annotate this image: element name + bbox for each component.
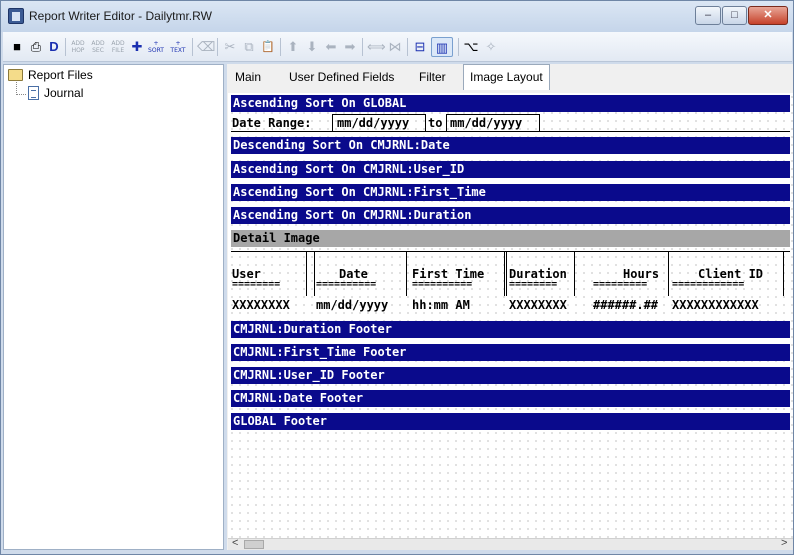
tab-filter[interactable]: Filter <box>413 66 452 88</box>
band-detail-image[interactable]: Detail Image <box>231 230 790 247</box>
toolbar: ■ ⎙ D ADD HOP ADD SEC ADD FILE ✚ + SORT … <box>3 32 792 62</box>
column-divider <box>306 251 307 296</box>
save-icon[interactable]: ■ <box>9 37 25 57</box>
image-layout-canvas[interactable]: Ascending Sort On GLOBAL Date Range: mm/… <box>228 93 793 538</box>
date-from-field-box <box>332 114 426 131</box>
column-divider <box>314 251 315 296</box>
column-rule-client-id: ============ <box>672 279 745 290</box>
column-divider <box>406 251 407 296</box>
column-rule-date: ========== <box>316 279 377 290</box>
toolbar-separator <box>362 38 363 56</box>
toolbar-separator <box>192 38 193 56</box>
close-button[interactable]: ✕ <box>748 6 788 25</box>
folder-icon <box>8 69 23 81</box>
band-date-footer[interactable]: CMJRNL:Date Footer <box>231 390 790 407</box>
divider <box>231 131 790 132</box>
copy-icon[interactable]: ⧉ <box>241 37 257 57</box>
band-ascending-sort-global[interactable]: Ascending Sort On GLOBAL <box>231 95 790 112</box>
delete-icon[interactable]: ⌫ <box>197 37 215 57</box>
field-view-icon[interactable]: ▥ <box>431 37 453 57</box>
add-sort-button[interactable]: + SORT <box>146 37 166 57</box>
band-ascending-sort-duration[interactable]: Ascending Sort On CMJRNL:Duration <box>231 207 790 224</box>
minimize-button[interactable]: – <box>695 6 721 25</box>
tab-main[interactable]: Main <box>229 66 267 88</box>
date-range-label: Date Range: <box>232 116 312 130</box>
field-user[interactable]: XXXXXXXX <box>232 298 290 312</box>
band-descending-sort-date[interactable]: Descending Sort On CMJRNL:Date <box>231 137 790 154</box>
report-writer-window: Report Writer Editor - Dailytmr.RW – □ ✕… <box>0 0 794 555</box>
band-view-icon[interactable]: ⊟ <box>411 37 429 57</box>
toolbar-separator <box>458 38 459 56</box>
divider <box>231 251 790 252</box>
column-rule-user: ======== <box>232 279 281 290</box>
field-client-id[interactable]: XXXXXXXXXXXX <box>672 298 759 312</box>
band-global-footer[interactable]: GLOBAL Footer <box>231 413 790 430</box>
column-divider <box>506 251 507 296</box>
toolbar-separator <box>217 38 218 56</box>
tree-connector <box>16 82 26 95</box>
tree-item-journal[interactable]: Journal <box>28 85 148 102</box>
print-icon[interactable]: ⎙ <box>27 37 45 57</box>
field-hours[interactable]: ######.## <box>593 298 658 312</box>
collapse-icon[interactable]: ⋈ <box>387 37 403 57</box>
horizontal-scrollbar[interactable]: < > <box>228 537 793 550</box>
add-text-button[interactable]: + TEXT <box>168 37 188 57</box>
column-divider <box>783 251 784 296</box>
paste-icon[interactable]: 📋 <box>260 37 276 57</box>
band-user-id-footer[interactable]: CMJRNL:User_ID Footer <box>231 367 790 384</box>
toolbar-separator <box>280 38 281 56</box>
tree-view-icon[interactable]: ⌥ <box>463 37 479 57</box>
toolbar-separator <box>407 38 408 56</box>
window-title: Report Writer Editor - Dailytmr.RW <box>29 9 212 23</box>
scroll-thumb[interactable] <box>244 540 264 549</box>
maximize-button[interactable]: □ <box>722 6 747 25</box>
add-sec-button[interactable]: ADD SEC <box>89 37 107 57</box>
column-divider <box>668 251 669 296</box>
field-first-time[interactable]: hh:mm AM <box>412 298 470 312</box>
move-right-icon[interactable]: ➡ <box>342 37 358 57</box>
document-icon <box>28 86 39 100</box>
band-ascending-sort-user-id[interactable]: Ascending Sort On CMJRNL:User_ID <box>231 161 790 178</box>
add-icon[interactable]: ✚ <box>130 37 144 57</box>
band-first-time-footer[interactable]: CMJRNL:First_Time Footer <box>231 344 790 361</box>
add-file-button[interactable]: ADD FILE <box>109 37 127 57</box>
tree-item-report-files[interactable]: Report Files <box>8 67 158 84</box>
scroll-left-icon[interactable]: < <box>232 537 238 549</box>
band-ascending-sort-first-time[interactable]: Ascending Sort On CMJRNL:First_Time <box>231 184 790 201</box>
tree-item-label: Journal <box>44 86 84 100</box>
add-hop-button[interactable]: ADD HOP <box>69 37 87 57</box>
move-up-icon[interactable]: ⬆ <box>285 37 301 57</box>
tree-item-label: Report Files <box>28 68 93 82</box>
expand-icon[interactable]: ⟺ <box>367 37 386 57</box>
column-rule-hours: ========= <box>593 279 648 290</box>
toolbar-separator <box>65 38 66 56</box>
report-files-tree[interactable]: Report Files Journal <box>3 64 224 550</box>
tab-user-defined-fields[interactable]: User Defined Fields <box>283 66 400 88</box>
wand-icon[interactable]: ✧ <box>483 37 499 57</box>
field-date[interactable]: mm/dd/yyyy <box>316 298 388 312</box>
column-divider <box>504 251 505 296</box>
app-icon <box>8 8 24 24</box>
cut-icon[interactable]: ✂ <box>222 37 238 57</box>
tab-image-layout[interactable]: Image Layout <box>463 64 550 90</box>
date-range-to-label: to <box>428 116 443 130</box>
column-divider <box>574 251 575 296</box>
title-bar: Report Writer Editor - Dailytmr.RW – □ ✕ <box>1 1 793 32</box>
d-button[interactable]: D <box>47 37 61 57</box>
column-rule-first-time: ========== <box>412 279 473 290</box>
move-left-icon[interactable]: ⬅ <box>323 37 339 57</box>
field-duration[interactable]: XXXXXXXX <box>509 298 567 312</box>
editor-panel: Main User Defined Fields Filter Image La… <box>227 64 793 550</box>
band-duration-footer[interactable]: CMJRNL:Duration Footer <box>231 321 790 338</box>
scroll-right-icon[interactable]: > <box>781 537 787 549</box>
column-rule-duration: ======== <box>509 279 558 290</box>
move-down-icon[interactable]: ⬇ <box>304 37 320 57</box>
date-to-field-box <box>446 114 540 131</box>
